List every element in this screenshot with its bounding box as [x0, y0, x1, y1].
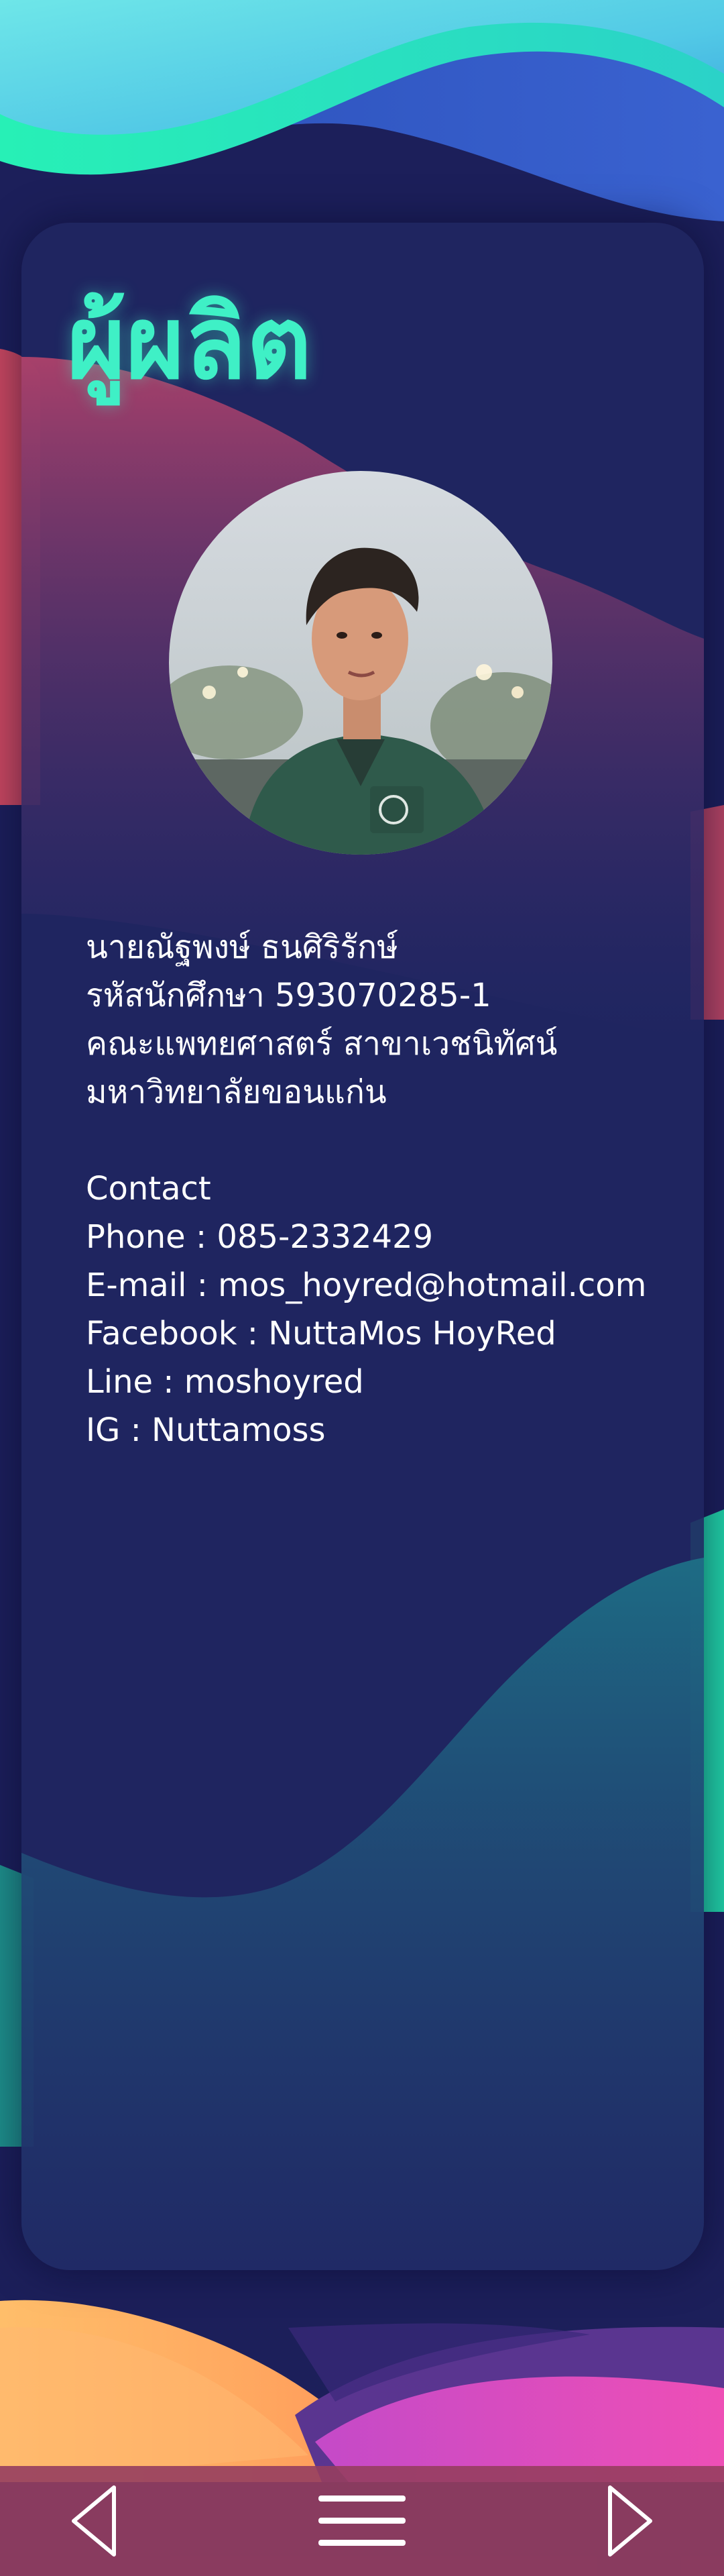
contact-phone: Phone : 085-2332429 [86, 1218, 434, 1256]
back-button[interactable] [47, 2466, 141, 2576]
page-title: ผู้ผลิต [67, 285, 312, 402]
profile-info: นายณัฐพงษ์ ธนศิริรักษ์ รหัสนักศึกษา 5930… [86, 923, 676, 1454]
contact-email: E-mail : mos_hoyred@hotmail.com [86, 1267, 647, 1304]
triangle-right-icon [608, 2485, 652, 2557]
triangle-left-icon [72, 2485, 116, 2557]
bottom-nav-bar [0, 2466, 724, 2576]
forward-button[interactable] [583, 2466, 677, 2576]
menu-button[interactable] [295, 2466, 429, 2576]
contact-heading: Contact [86, 1170, 211, 1208]
contact-facebook: Facebook : NuttaMos HoyRed [86, 1315, 556, 1352]
contact-line: Line : moshoyred [86, 1363, 364, 1401]
hamburger-menu-icon [318, 2496, 406, 2546]
university: มหาวิทยาลัยขอนแก่น [86, 1073, 387, 1111]
profile-photo [169, 471, 552, 855]
contact-ig: IG : Nuttamoss [86, 1411, 326, 1449]
producer-name: นายณัฐพงษ์ ธนศิริรักษ์ [86, 928, 398, 966]
faculty: คณะแพทยศาสตร์ สาขาเวชนิทัศน์ [86, 1025, 558, 1063]
person-photo-icon [169, 471, 552, 855]
student-id: รหัสนักศึกษา 593070285-1 [86, 977, 491, 1014]
